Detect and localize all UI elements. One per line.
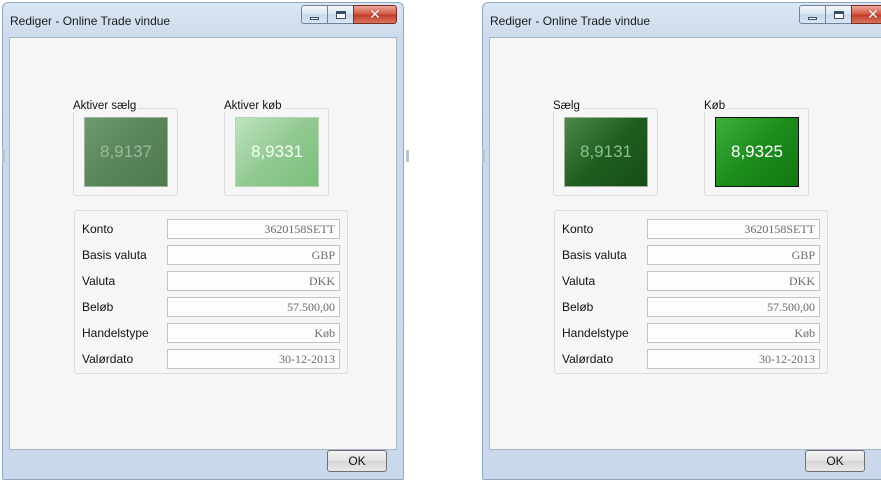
minimize-icon xyxy=(310,16,319,20)
field-row-valoerdato: Valørdato 30-12-2013 xyxy=(555,349,827,371)
resize-handle[interactable] xyxy=(406,150,409,162)
sell-group: Sælg 8,9131 xyxy=(551,100,658,196)
field-row-handelstype: Handelstype Køb xyxy=(555,323,827,345)
sell-rate-value: 8,9137 xyxy=(100,142,152,161)
title-bar[interactable]: Rediger - Online Trade vindue ✕ xyxy=(483,3,881,37)
field-row-valuta: Valuta DKK xyxy=(555,271,827,293)
minimize-icon xyxy=(808,16,817,20)
field-row-konto: Konto 3620158SETT xyxy=(75,219,347,241)
buy-rate-tile[interactable]: 8,9331 xyxy=(235,117,319,187)
field-label: Handelstype xyxy=(562,326,629,340)
field-row-beloeb: Beløb 57.500,00 xyxy=(555,297,827,319)
maximize-icon xyxy=(833,10,844,19)
buy-rate-tile[interactable]: 8,9325 xyxy=(715,117,799,187)
field-row-basis-valuta: Basis valuta GBP xyxy=(75,245,347,267)
field-label: Konto xyxy=(562,222,594,236)
field-row-konto: Konto 3620158SETT xyxy=(555,219,827,241)
title-bar[interactable]: Rediger - Online Trade vindue ✕ xyxy=(3,3,403,37)
field-label: Beløb xyxy=(82,300,114,314)
konto-field[interactable]: 3620158SETT xyxy=(647,219,820,239)
sell-group: Aktiver sælg 8,9137 xyxy=(71,100,178,196)
trade-details: Konto 3620158SETT Basis valuta GBP Valut… xyxy=(554,210,828,374)
close-button[interactable]: ✕ xyxy=(851,5,881,24)
beloeb-field[interactable]: 57.500,00 xyxy=(647,297,820,317)
window-controls: ✕ xyxy=(301,5,397,25)
valoerdato-field[interactable]: 30-12-2013 xyxy=(647,349,820,369)
resize-handle[interactable] xyxy=(482,150,485,162)
sell-rate-value: 8,9131 xyxy=(580,142,632,161)
basis-valuta-field[interactable]: GBP xyxy=(167,245,340,265)
basis-valuta-field[interactable]: GBP xyxy=(647,245,820,265)
field-label: Basis valuta xyxy=(562,248,627,262)
window-client-area: Sælg 8,9131 Køb 8,9325 Konto 3620158SETT… xyxy=(489,37,881,450)
window-footer: OK xyxy=(9,450,397,474)
valuta-field[interactable]: DKK xyxy=(647,271,820,291)
handelstype-field[interactable]: Køb xyxy=(647,323,820,343)
field-row-valuta: Valuta DKK xyxy=(75,271,347,293)
buy-rate-value: 8,9331 xyxy=(251,142,303,161)
field-label: Valuta xyxy=(562,274,596,288)
window-title: Rediger - Online Trade vindue xyxy=(490,14,651,28)
window-footer: OK xyxy=(489,450,875,474)
valoerdato-field[interactable]: 30-12-2013 xyxy=(167,349,340,369)
close-icon: ✕ xyxy=(369,6,381,23)
edit-trade-window-right: Rediger - Online Trade vindue ✕ Sælg 8,9… xyxy=(482,2,881,480)
maximize-button[interactable] xyxy=(327,5,353,24)
maximize-button[interactable] xyxy=(825,5,851,24)
field-label: Valuta xyxy=(82,274,116,288)
valuta-field[interactable]: DKK xyxy=(167,271,340,291)
buy-rate-value: 8,9325 xyxy=(731,142,783,161)
field-row-valoerdato: Valørdato 30-12-2013 xyxy=(75,349,347,371)
ok-button[interactable]: OK xyxy=(327,450,387,472)
handelstype-field[interactable]: Køb xyxy=(167,323,340,343)
field-label: Valørdato xyxy=(562,352,614,366)
field-row-basis-valuta: Basis valuta GBP xyxy=(555,245,827,267)
beloeb-field[interactable]: 57.500,00 xyxy=(167,297,340,317)
field-label: Handelstype xyxy=(82,326,149,340)
sell-rate-tile[interactable]: 8,9131 xyxy=(564,117,648,187)
field-row-handelstype: Handelstype Køb xyxy=(75,323,347,345)
buy-group: Køb 8,9325 xyxy=(702,100,809,196)
ok-button[interactable]: OK xyxy=(805,450,865,472)
trade-details: Konto 3620158SETT Basis valuta GBP Valut… xyxy=(74,210,348,374)
sell-group-label: Aktiver sælg xyxy=(71,100,139,112)
buy-group: Aktiver køb 8,9331 xyxy=(222,100,329,196)
window-controls: ✕ xyxy=(799,5,881,25)
close-icon: ✕ xyxy=(867,6,879,23)
window-title: Rediger - Online Trade vindue xyxy=(10,14,171,28)
field-label: Konto xyxy=(82,222,114,236)
close-button[interactable]: ✕ xyxy=(353,5,397,24)
minimize-button[interactable] xyxy=(799,5,825,24)
field-label: Valørdato xyxy=(82,352,134,366)
field-label: Basis valuta xyxy=(82,248,147,262)
window-client-area: Aktiver sælg 8,9137 Aktiver køb 8,9331 K… xyxy=(9,37,397,450)
minimize-button[interactable] xyxy=(301,5,327,24)
buy-group-label: Aktiver køb xyxy=(222,100,284,112)
edit-trade-window-left: Rediger - Online Trade vindue ✕ Aktiver … xyxy=(2,2,404,480)
sell-group-label: Sælg xyxy=(551,100,582,112)
field-label: Beløb xyxy=(562,300,594,314)
sell-rate-tile[interactable]: 8,9137 xyxy=(84,117,168,187)
maximize-icon xyxy=(335,10,346,19)
konto-field[interactable]: 3620158SETT xyxy=(167,219,340,239)
field-row-beloeb: Beløb 57.500,00 xyxy=(75,297,347,319)
buy-group-label: Køb xyxy=(702,100,728,112)
resize-handle[interactable] xyxy=(2,150,5,162)
